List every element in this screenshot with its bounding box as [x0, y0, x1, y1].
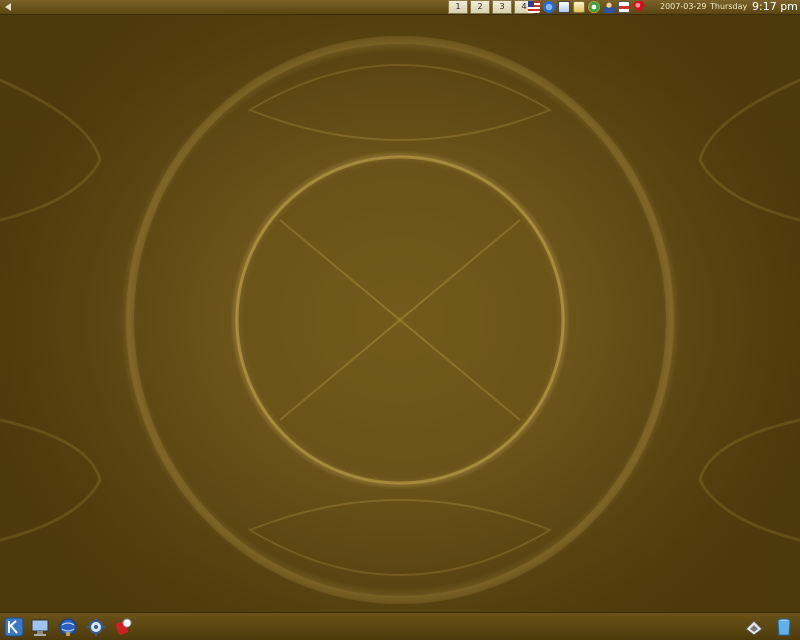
network-icon[interactable] — [558, 1, 570, 13]
clipboard-icon[interactable] — [573, 1, 585, 13]
printer-icon[interactable] — [618, 1, 630, 13]
pager-desktop-2[interactable]: 2 — [470, 0, 490, 14]
desktop-pager: 1 2 3 4 — [448, 0, 536, 15]
pager-desktop-3[interactable]: 3 — [492, 0, 512, 14]
browser-icon[interactable] — [58, 617, 78, 637]
us-flag-icon[interactable] — [528, 1, 540, 13]
settings-icon[interactable] — [86, 617, 106, 637]
top-panel: 1 2 3 4 2007-03-29 Thursday 9:17 pm — [0, 0, 800, 15]
volume-icon[interactable] — [543, 1, 555, 13]
trash-icon[interactable] — [774, 617, 794, 637]
clock-day[interactable]: Thursday — [710, 2, 747, 11]
user-icon[interactable] — [603, 1, 615, 13]
bottom-panel — [0, 612, 800, 640]
desktop-icon[interactable] — [30, 617, 50, 637]
system-tray — [528, 1, 645, 14]
desktop-wallpaper — [0, 0, 800, 640]
clock-date[interactable]: 2007-03-29 — [660, 2, 707, 11]
rescue-icon[interactable] — [114, 617, 134, 637]
update-icon[interactable] — [588, 1, 600, 13]
devices-icon[interactable] — [744, 617, 764, 637]
wallpaper-art — [0, 0, 800, 640]
clock-time[interactable]: 9:17 pm — [752, 0, 798, 13]
ruby-icon[interactable] — [633, 1, 645, 13]
pager-desktop-1[interactable]: 1 — [448, 0, 468, 14]
kde-menu-icon[interactable] — [4, 617, 24, 637]
panel-hide-arrow-icon[interactable] — [3, 2, 13, 12]
